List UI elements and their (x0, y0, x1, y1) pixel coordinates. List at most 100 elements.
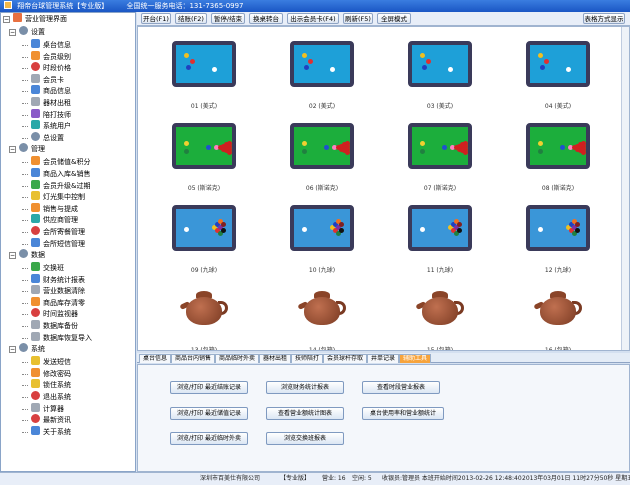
table-tile[interactable]: 16 (包箱) (518, 279, 598, 350)
sidebar-item-goods-stock[interactable]: 商品入库&销售 (1, 167, 135, 180)
table-tile[interactable]: 01 (美式) (164, 35, 244, 115)
table-tile[interactable]: 09 (九球) (164, 199, 244, 279)
tree-group-manage[interactable]: − 管理 (1, 143, 135, 156)
sidebar-item-label: 数据库恢复导入 (43, 333, 92, 342)
sidebar-item-time-price[interactable]: 时段价格 (1, 62, 135, 74)
tree-group-system[interactable]: − 系统 (1, 343, 135, 356)
sidebar-item-system-users[interactable]: 系统用户 (1, 120, 135, 132)
tree-root[interactable]: − 营业管理界面 (1, 13, 135, 26)
table-tile[interactable]: 15 (包箱) (400, 279, 480, 350)
tab-merge-records[interactable]: 井单记录 (367, 354, 399, 363)
sidebar-item-about[interactable]: 关于系统 (1, 425, 135, 438)
sidebar-item-shift-change[interactable]: 交换班 (1, 262, 135, 274)
table-view-button[interactable]: 表格方式显示 (583, 13, 625, 24)
tab-cue-storage[interactable]: 会员球杆存取 (323, 354, 367, 363)
open-table-button[interactable]: 开台(F1) (141, 13, 171, 24)
table-tile[interactable]: 05 (斯诺克) (164, 117, 244, 197)
fullscreen-button[interactable]: 全屏模式 (377, 13, 411, 24)
hotline-text: 全国统一服务电话：131-7365-0997 (126, 2, 244, 10)
ball-icon (302, 227, 307, 232)
sidebar-item-equipment-rental[interactable]: 器材出租 (1, 96, 135, 109)
collapse-icon[interactable]: − (9, 252, 16, 260)
sidebar-item-stock-reset[interactable]: 商品库存清零 (1, 296, 135, 309)
pause-end-button[interactable]: 暂停/结束 (211, 13, 245, 24)
collapse-icon[interactable]: − (3, 16, 10, 23)
sidebar-item-coach[interactable]: 陪打技师 (1, 108, 135, 121)
shift-report-button[interactable]: 浏览交换班报表 (266, 432, 344, 445)
print-checkout-records-button[interactable]: 浏览/打印 最近结账记录 (170, 381, 248, 394)
sidebar-item-suppliers[interactable]: 供应商管理 (1, 214, 135, 226)
app-icon (4, 1, 12, 9)
sidebar-item-exit-system[interactable]: 退出系统 (1, 391, 135, 403)
sidebar-item-calculator[interactable]: 计算器 (1, 402, 135, 415)
table-tile[interactable]: 06 (斯诺克) (282, 117, 362, 197)
sidebar-item-news[interactable]: 最新资讯 (1, 414, 135, 426)
sidebar-item-time-monitor[interactable]: 时间监视器 (1, 308, 135, 320)
switch-table-button[interactable]: 换桌转台 (249, 13, 283, 24)
table-tile[interactable]: 13 (包箱) (164, 279, 244, 350)
sidebar-item-general-settings[interactable]: 总设置 (1, 131, 135, 144)
sidebar-item-member-balance[interactable]: 会员储值&积分 (1, 156, 135, 168)
sidebar-item-goods-info[interactable]: 商品信息 (1, 85, 135, 97)
collapse-icon[interactable]: − (9, 29, 16, 36)
sidebar-item-sales-commission[interactable]: 销售与提成 (1, 202, 135, 215)
sidebar-item-change-password[interactable]: 修改密码 (1, 367, 135, 380)
teapot-icon (408, 279, 472, 335)
sidebar-item-label: 总设置 (43, 133, 64, 142)
table-tile[interactable]: 12 (九球) (518, 199, 598, 279)
show-member-card-button[interactable]: 出示会员卡(F4) (287, 13, 339, 24)
sidebar-item-label: 器材出租 (43, 98, 71, 107)
table-tile[interactable]: 04 (美式) (518, 35, 598, 115)
tree-group-data[interactable]: − 数据 (1, 249, 135, 262)
usage-stats-button[interactable]: 桌台使用率和营业额统计 (362, 407, 444, 420)
tab-takeaway[interactable]: 商品临时外卖 (215, 354, 259, 363)
table-tile[interactable]: 10 (九球) (282, 199, 362, 279)
table-tile[interactable]: 14 (包箱) (282, 279, 362, 350)
sidebar-item-finance-report[interactable]: 财务统计报表 (1, 273, 135, 286)
tree-group-settings[interactable]: − 设置 (1, 26, 135, 39)
finance-report-button[interactable]: 浏览财务统计报表 (266, 381, 344, 394)
sidebar-item-label: 时间监视器 (43, 310, 78, 319)
main-area: 开台(F1) 结账(F2) 暂停/结束 换桌转台 出示会员卡(F4) 刷新(F5… (137, 12, 630, 472)
table-tile[interactable]: 02 (美式) (282, 35, 362, 115)
table-tile[interactable]: 11 (九球) (400, 199, 480, 279)
sidebar-item-send-sms[interactable]: 发送短信 (1, 356, 135, 368)
table-grid-scrollbar[interactable] (621, 27, 629, 350)
checkout-button[interactable]: 结账(F2) (175, 13, 207, 24)
table-tile[interactable]: 03 (美式) (400, 35, 480, 115)
sidebar-item-member-upgrade[interactable]: 会员升级&过期 (1, 179, 135, 192)
print-topup-records-button[interactable]: 浏览/打印 最近储值记录 (170, 407, 248, 420)
print-takeaway-button[interactable]: 浏览/打印 最近临时外卖 (170, 432, 248, 445)
revenue-chart-button[interactable]: 查看营业额统计图表 (266, 407, 344, 420)
sidebar-item-member-card[interactable]: 会员卡 (1, 73, 135, 86)
sidebar-item-sms-manage[interactable]: 会所短信管理 (1, 237, 135, 250)
pool-table-icon (172, 35, 236, 91)
tab-coach[interactable]: 技师陪打 (291, 354, 323, 363)
sidebar-item-db-restore[interactable]: 数据库恢复导入 (1, 331, 135, 344)
refresh-button[interactable]: 刷新(F5) (343, 13, 373, 24)
sidebar-item-table-info[interactable]: 桌台信息 (1, 39, 135, 51)
ball-icon (457, 228, 462, 233)
sidebar-item-clear-data[interactable]: 营业数据清除 (1, 285, 135, 297)
table-tile[interactable]: 07 (斯诺克) (400, 117, 480, 197)
collapse-icon[interactable]: − (9, 146, 16, 154)
tab-table-info[interactable]: 桌台信息 (139, 354, 171, 363)
status-datetime: 2013年03月01日 11时27分50秒 星期五 (522, 475, 630, 482)
tab-tools[interactable]: 辅助工具 (399, 354, 431, 363)
tab-equipment-rental[interactable]: 器材出租 (259, 354, 291, 363)
sidebar-item-member-levels[interactable]: 会员级别 (1, 50, 135, 63)
sidebar-tree[interactable]: − 营业管理界面 − 设置 桌台信息 会员级别 时段价格 会员卡 商品信息 器材出租… (0, 12, 136, 472)
ball-icon (339, 222, 344, 227)
sidebar-item-lock-system[interactable]: 锁住系统 (1, 379, 135, 391)
clock-icon (31, 62, 40, 72)
sidebar-item-db-backup[interactable]: 数据库备份 (1, 320, 135, 332)
tab-in-table-sales[interactable]: 商品台内销售 (171, 354, 215, 363)
status-cashier: 收银员:管理员 本班开始时间2013-02-26 12:48:40 (382, 475, 522, 482)
period-report-button[interactable]: 查看时段营业报表 (362, 381, 440, 394)
shift-icon (31, 262, 40, 272)
collapse-icon[interactable]: − (9, 346, 16, 354)
ball-icon (457, 222, 462, 227)
sidebar-item-meal-storage[interactable]: 会所寄餐管理 (1, 225, 135, 238)
table-tile[interactable]: 08 (斯诺克) (518, 117, 598, 197)
sidebar-item-light-control[interactable]: 灯光集中控制 (1, 191, 135, 203)
